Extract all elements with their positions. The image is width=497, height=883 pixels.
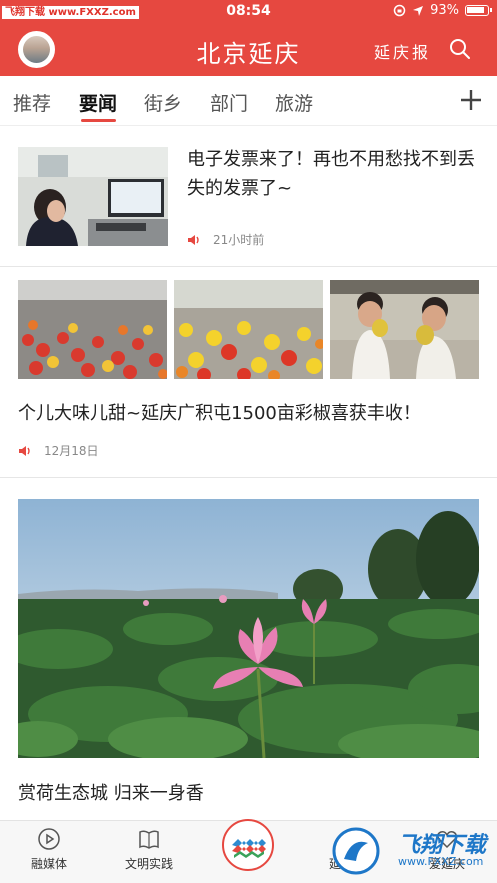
article-thumbnail: [18, 147, 168, 246]
active-tab-indicator: [81, 119, 116, 122]
article-image: [18, 499, 479, 758]
app-header: 北京延庆 延庆报: [0, 24, 497, 76]
article-image: [330, 280, 479, 379]
book-icon: [139, 830, 159, 849]
news-item[interactable]: 赏荷生态城 归来一身香: [0, 479, 497, 819]
battery-percent: 93%: [430, 3, 459, 18]
tab-travel[interactable]: 旅游: [275, 89, 313, 116]
fxxz-watermark-url: www.FXXZ.com: [398, 855, 484, 868]
article-meta: 21小时前: [187, 231, 264, 248]
nav-civilization-label: 文明实践: [124, 857, 173, 871]
center-logo-button[interactable]: [222, 819, 274, 871]
newspaper-link[interactable]: 延庆报: [374, 39, 431, 63]
article-title: 电子发票来了！再也不用愁找不到丢失的发票了~: [187, 149, 475, 199]
status-right: 93%: [393, 3, 492, 18]
nav-media-label: 融媒体: [30, 857, 67, 871]
nav-civilization[interactable]: 文明实践: [109, 827, 189, 872]
tab-departments[interactable]: 部门: [210, 89, 248, 116]
battery-icon: [465, 5, 492, 16]
search-icon[interactable]: [449, 38, 471, 60]
article-image: [18, 280, 167, 379]
tab-streets[interactable]: 街乡: [144, 89, 182, 116]
article-time: 12月18日: [44, 444, 99, 458]
speaker-icon[interactable]: [18, 445, 32, 457]
article-title: 个儿大味儿甜~延庆广积屯1500亩彩椒喜获丰收！: [18, 403, 421, 424]
article-image: [174, 280, 323, 379]
logo-icon: [232, 839, 266, 858]
nav-media[interactable]: 融媒体: [9, 827, 89, 872]
article-title: 赏荷生态城 归来一身香: [18, 783, 204, 804]
speaker-icon[interactable]: [187, 234, 201, 246]
category-tabs: 推荐 要闻 街乡 部门 旅游: [0, 76, 497, 126]
article-meta: 12月18日: [18, 442, 99, 459]
status-bar: 飞翔下载 www.FXXZ.com 08:54 93%: [0, 0, 497, 24]
tab-recommend[interactable]: 推荐: [13, 89, 51, 116]
tab-news[interactable]: 要闻: [79, 89, 117, 116]
rotation-lock-icon: [393, 4, 406, 17]
news-item[interactable]: 个儿大味儿甜~延庆广积屯1500亩彩椒喜获丰收！ 12月18日: [0, 268, 497, 478]
bottom-nav: 融媒体 文明实践 延庆号 爱延庆 飞翔下载 www.FXXZ.com: [0, 819, 497, 883]
article-time: 21小时前: [213, 233, 265, 247]
news-item[interactable]: 电子发票来了！再也不用愁找不到丢失的发票了~ 21小时前: [0, 127, 497, 267]
play-icon: [38, 828, 60, 850]
location-icon: [413, 5, 424, 16]
plus-icon[interactable]: [459, 88, 483, 112]
